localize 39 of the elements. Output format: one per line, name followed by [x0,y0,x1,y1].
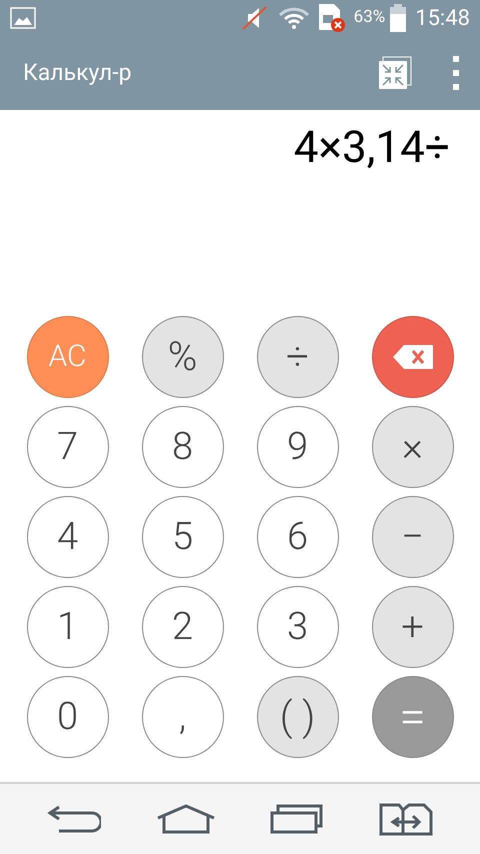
stacked-windows-icon [270,804,324,834]
back-button[interactable] [47,804,102,834]
calculator-key[interactable]: ÷ [256,316,338,398]
calculator-key[interactable]: 6 [256,496,338,578]
switch-window-button[interactable] [378,802,433,836]
calculator-key[interactable]: + [372,586,454,668]
expression-display: 4×3,14÷ [294,120,450,175]
swap-arrows-icon [378,802,433,836]
sim-error-icon [318,3,348,33]
muted-speaker-icon [242,6,268,30]
calculator-key[interactable]: 9 [256,406,338,488]
wifi-icon [278,6,310,30]
calculator-key[interactable]: % [142,316,224,398]
calculator-key[interactable]: , [142,676,224,758]
calculator-key[interactable]: 4 [26,496,108,578]
calculator-key[interactable]: × [372,406,454,488]
calculator-key[interactable]: 7 [26,406,108,488]
calculator-key[interactable]: 5 [142,496,224,578]
calculator-key[interactable]: 3 [256,586,338,668]
recent-apps-button[interactable] [270,804,324,834]
home-icon [156,804,216,834]
calculator-key[interactable]: 2 [142,586,224,668]
calculator-key[interactable]: 0 [26,676,108,758]
calculator-key[interactable]: − [372,496,454,578]
minimize-window-button[interactable] [378,56,412,90]
clock: 15:48 [415,4,470,32]
battery-percent: 63% [354,6,386,30]
menu-icon [452,56,460,90]
more-options-button[interactable] [452,56,460,90]
shrink-arrows-icon [378,56,412,90]
backspace-icon [392,344,434,370]
back-arrow-icon [47,804,102,834]
battery-icon [389,4,408,32]
calculator-key[interactable]: ( ) [256,676,338,758]
calculator-key[interactable]: 1 [26,586,108,668]
app-title: Калькул-р [23,58,132,88]
picture-notification-icon [10,7,36,29]
home-button[interactable] [156,804,216,834]
calculator-key[interactable]: 8 [142,406,224,488]
